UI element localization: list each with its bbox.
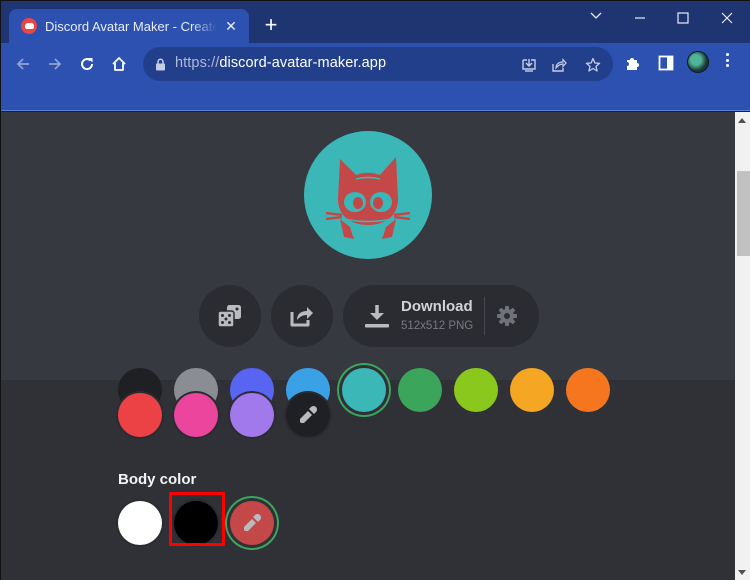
download-size-label: 512x512 PNG (401, 320, 474, 332)
tab-search-chevron-icon[interactable] (579, 7, 613, 31)
discord-favicon-icon (21, 18, 37, 34)
body-color-label: Body color (118, 471, 197, 488)
divider (484, 297, 485, 335)
share-avatar-button[interactable] (271, 285, 333, 347)
download-button[interactable]: Download 512x512 PNG (343, 285, 539, 347)
page-content: Download 512x512 PNG Body color (1, 112, 735, 580)
tab-title: Discord Avatar Maker - Create your own D… (45, 18, 217, 34)
dice-icon (217, 305, 241, 328)
swatch-red[interactable] (118, 393, 162, 437)
share-icon (290, 307, 313, 327)
page-scrollbar[interactable] (735, 112, 750, 580)
swatch-purple[interactable] (230, 393, 274, 437)
eyedropper-icon (244, 513, 262, 531)
share-page-icon[interactable] (549, 55, 569, 75)
swatch-partial-6[interactable] (454, 368, 498, 412)
menu-kebab-icon[interactable] (723, 53, 731, 73)
swatch-partial-7[interactable] (510, 368, 554, 412)
lock-icon[interactable] (155, 58, 166, 71)
randomize-button[interactable] (199, 285, 261, 347)
eyedropper-icon (300, 405, 318, 423)
close-window-icon[interactable] (710, 7, 744, 31)
swatch-partial-8[interactable] (566, 368, 610, 412)
bookmark-star-icon[interactable] (583, 55, 603, 75)
swatch-partial-5[interactable] (398, 368, 442, 412)
download-label: Download (401, 298, 473, 315)
tab-close-icon[interactable]: ✕ (223, 18, 239, 35)
back-icon[interactable] (10, 51, 36, 77)
minimize-icon[interactable] (623, 7, 657, 31)
scroll-up-arrow-icon[interactable] (738, 118, 746, 123)
scrollbar-thumb[interactable] (737, 171, 750, 256)
home-icon[interactable] (106, 51, 132, 77)
maximize-icon[interactable] (666, 7, 700, 31)
download-icon (365, 305, 389, 328)
scroll-down-arrow-icon[interactable] (738, 570, 746, 575)
swatch-pink[interactable] (174, 393, 218, 437)
avatar-preview-section: Download 512x512 PNG (1, 112, 735, 380)
extensions-puzzle-icon[interactable] (621, 51, 645, 75)
body-swatch-black[interactable] (174, 501, 218, 545)
custom-body-color-button[interactable] (230, 501, 274, 545)
color-editor-panel: Body color (1, 368, 735, 580)
profile-avatar[interactable] (687, 51, 709, 73)
browser-title-bar: Discord Avatar Maker - Create your own D… (1, 1, 750, 43)
install-app-icon[interactable] (519, 55, 539, 75)
avatar-preview (304, 131, 432, 259)
custom-background-color-button[interactable] (286, 393, 330, 437)
address-bar[interactable]: https://discord-avatar-maker.app (143, 47, 613, 81)
cat-avatar-icon (325, 157, 411, 239)
swatch-partial-4-selected[interactable] (342, 368, 386, 412)
side-panel-icon[interactable] (654, 51, 678, 75)
body-swatch-white[interactable] (118, 501, 162, 545)
gear-icon[interactable] (495, 304, 519, 328)
browser-tab[interactable]: Discord Avatar Maker - Create your own D… (9, 9, 249, 43)
browser-toolbar: https://discord-avatar-maker.app (1, 43, 750, 111)
forward-icon[interactable] (42, 51, 68, 77)
new-tab-button[interactable]: + (259, 13, 283, 37)
url-text[interactable]: https://discord-avatar-maker.app (175, 55, 386, 71)
reload-icon[interactable] (74, 51, 100, 77)
